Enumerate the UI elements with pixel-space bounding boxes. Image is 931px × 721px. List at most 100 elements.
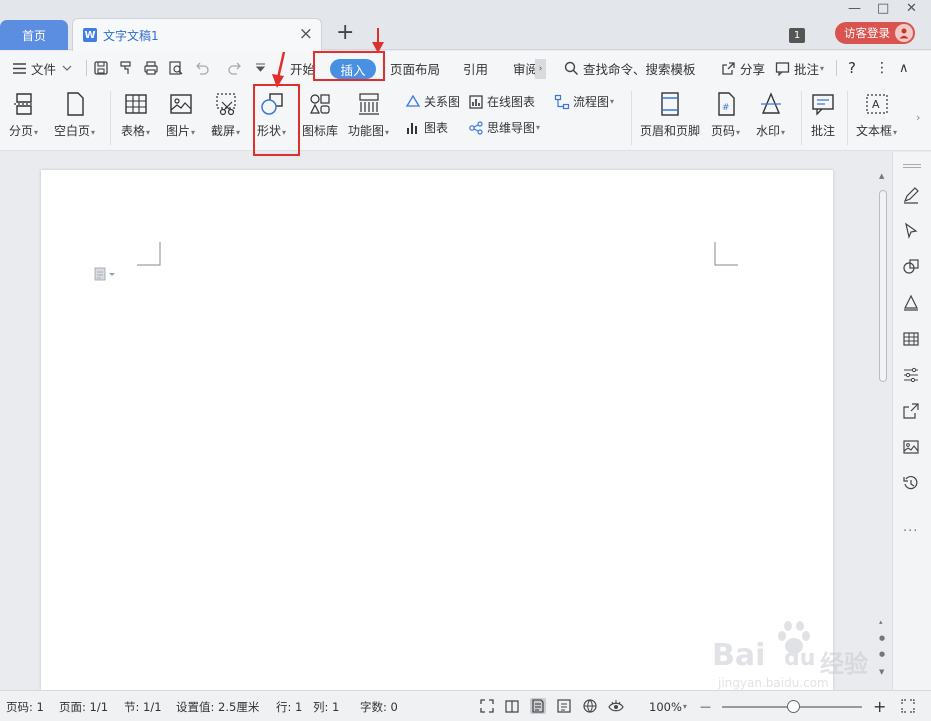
window-close-icon[interactable]: ✕ bbox=[906, 2, 917, 15]
tab-review[interactable]: 审阅 bbox=[513, 51, 535, 85]
more-tools-icon[interactable]: ··· bbox=[903, 524, 918, 539]
shapes-icon[interactable] bbox=[902, 258, 920, 276]
status-column[interactable]: 列: 1 bbox=[313, 691, 339, 721]
table-button[interactable]: 表格▾ bbox=[121, 91, 150, 139]
arrow-down-icon bbox=[272, 52, 286, 88]
status-page-number[interactable]: 页码: 1 bbox=[6, 691, 44, 721]
page-number-icon: # bbox=[717, 92, 735, 116]
status-setting[interactable]: 设置值: 2.5厘米 bbox=[176, 691, 259, 721]
status-word-count[interactable]: 字数: 0 bbox=[360, 691, 398, 721]
mindmap-icon bbox=[469, 120, 483, 135]
chart-button[interactable]: 图表 bbox=[405, 119, 448, 136]
scroll-up-icon[interactable]: ▲ bbox=[879, 172, 884, 180]
page-break-icon bbox=[13, 93, 34, 115]
pane-handle-icon[interactable] bbox=[903, 164, 921, 168]
picture-button[interactable]: 图片▾ bbox=[166, 91, 195, 139]
command-search[interactable]: 查找命令、搜索模板 bbox=[564, 51, 696, 85]
undo-icon[interactable] bbox=[194, 60, 210, 76]
icon-library-button[interactable]: 图标库 bbox=[302, 91, 338, 139]
relation-chart-button[interactable]: 关系图 bbox=[405, 93, 460, 110]
help-icon[interactable]: ? bbox=[848, 51, 856, 85]
export-share-icon[interactable] bbox=[902, 402, 920, 420]
redo-icon[interactable] bbox=[227, 60, 243, 76]
document-workspace bbox=[0, 152, 892, 690]
collapse-ribbon-icon[interactable]: ∧ bbox=[899, 51, 909, 85]
tab-document-title: 文字文稿1 bbox=[103, 28, 159, 43]
tab-close-icon[interactable]: × bbox=[299, 26, 313, 43]
svg-text:A: A bbox=[872, 98, 880, 111]
watermark-button[interactable]: 水印▾ bbox=[756, 91, 785, 139]
flowchart-button[interactable]: 流程图 ▾ bbox=[554, 93, 614, 110]
status-row[interactable]: 行: 1 bbox=[276, 691, 302, 721]
header-footer-button[interactable]: 页眉和页脚 bbox=[640, 91, 700, 139]
picture-label: 图片 bbox=[166, 124, 191, 138]
web-view-icon[interactable] bbox=[582, 698, 598, 714]
status-section[interactable]: 节: 1/1 bbox=[124, 691, 162, 721]
table-style-icon[interactable] bbox=[902, 330, 920, 348]
caret-down-icon: ▾ bbox=[893, 128, 898, 137]
page-number-button[interactable]: # 页码▾ bbox=[711, 91, 740, 139]
tab-document[interactable]: W 文字文稿1 × bbox=[72, 18, 322, 51]
print-preview-icon[interactable] bbox=[168, 60, 184, 76]
menu-bar: 文件 开始 插入 页面布局 引用 审阅 › 查找命令、搜索模板 分享 批注 ▾ … bbox=[0, 51, 931, 85]
ribbon-scroll-right-icon[interactable]: › bbox=[916, 111, 920, 124]
function-chart-button[interactable]: 功能图▾ bbox=[348, 91, 389, 139]
fullscreen-icon[interactable] bbox=[479, 698, 495, 714]
more-options-icon[interactable]: ⋮ bbox=[875, 51, 889, 85]
select-cursor-icon[interactable] bbox=[902, 222, 920, 240]
flowchart-label: 流程图 bbox=[573, 95, 610, 109]
guest-login-button[interactable]: 访客登录 bbox=[835, 22, 915, 44]
read-mode-icon[interactable] bbox=[504, 698, 520, 714]
table-icon bbox=[124, 94, 147, 114]
fit-window-icon[interactable] bbox=[900, 698, 916, 714]
insert-comment-button[interactable]: 批注 bbox=[810, 91, 836, 139]
blank-page-button[interactable]: 空白页▾ bbox=[54, 91, 95, 139]
outline-view-icon[interactable] bbox=[556, 698, 572, 714]
online-chart-button[interactable]: 在线图表 bbox=[468, 93, 535, 110]
file-menu[interactable]: 文件 bbox=[12, 51, 72, 85]
format-painter-icon[interactable] bbox=[118, 60, 134, 76]
page-break-button[interactable]: 分页▾ bbox=[9, 91, 38, 139]
zoom-level[interactable]: 100% ▾ bbox=[649, 691, 687, 721]
comment-menu[interactable]: 批注 ▾ bbox=[775, 51, 824, 85]
maximize-icon[interactable]: □ bbox=[877, 2, 889, 15]
settings-sliders-icon[interactable] bbox=[902, 366, 920, 384]
history-icon[interactable] bbox=[902, 474, 920, 492]
style-icon[interactable] bbox=[902, 294, 920, 312]
tab-page-layout[interactable]: 页面布局 bbox=[390, 51, 440, 85]
relation-chart-label: 关系图 bbox=[424, 95, 461, 109]
zoom-value: 100% bbox=[649, 699, 682, 714]
mindmap-button[interactable]: 思维导图 ▾ bbox=[468, 119, 540, 136]
tab-home[interactable]: 首页 bbox=[0, 20, 68, 50]
window-count-badge[interactable]: 1 bbox=[789, 28, 805, 43]
paragraph-options-icon[interactable] bbox=[94, 266, 120, 282]
screenshot-icon bbox=[215, 93, 236, 116]
zoom-slider-knob[interactable] bbox=[787, 700, 800, 713]
status-pages[interactable]: 页面: 1/1 bbox=[59, 691, 108, 721]
screenshot-button[interactable]: 截屏▾ bbox=[211, 91, 240, 139]
textbox-button[interactable]: A 文本框▾ bbox=[856, 91, 897, 139]
vertical-scrollbar[interactable]: ▲ ▴ ● ● ▼ bbox=[876, 168, 890, 684]
tab-start[interactable]: 开始 bbox=[290, 51, 315, 85]
online-chart-label: 在线图表 bbox=[487, 95, 536, 109]
pen-icon[interactable] bbox=[902, 186, 920, 204]
watermark-icon bbox=[760, 92, 781, 114]
save-icon[interactable] bbox=[93, 60, 109, 76]
print-icon[interactable] bbox=[143, 60, 159, 76]
new-tab-icon[interactable]: + bbox=[336, 22, 354, 44]
zoom-out-button[interactable]: — bbox=[700, 691, 711, 721]
caret-down-icon: ▾ bbox=[536, 123, 541, 132]
page-view-icon[interactable] bbox=[530, 698, 546, 714]
tab-reference[interactable]: 引用 bbox=[463, 51, 488, 85]
tab-scroll-right-icon[interactable]: › bbox=[535, 59, 546, 79]
online-chart-icon bbox=[469, 94, 483, 109]
minimize-icon[interactable]: — bbox=[848, 2, 861, 15]
document-page[interactable] bbox=[41, 170, 833, 690]
caret-down-icon: ▾ bbox=[820, 63, 825, 73]
page-number-label: 页码 bbox=[711, 124, 736, 138]
eye-protection-icon[interactable] bbox=[608, 698, 624, 714]
scrollbar-thumb[interactable] bbox=[879, 190, 887, 382]
quick-access-dropdown-icon[interactable] bbox=[255, 62, 266, 73]
share-button[interactable]: 分享 bbox=[721, 51, 765, 85]
image-icon[interactable] bbox=[902, 438, 920, 456]
